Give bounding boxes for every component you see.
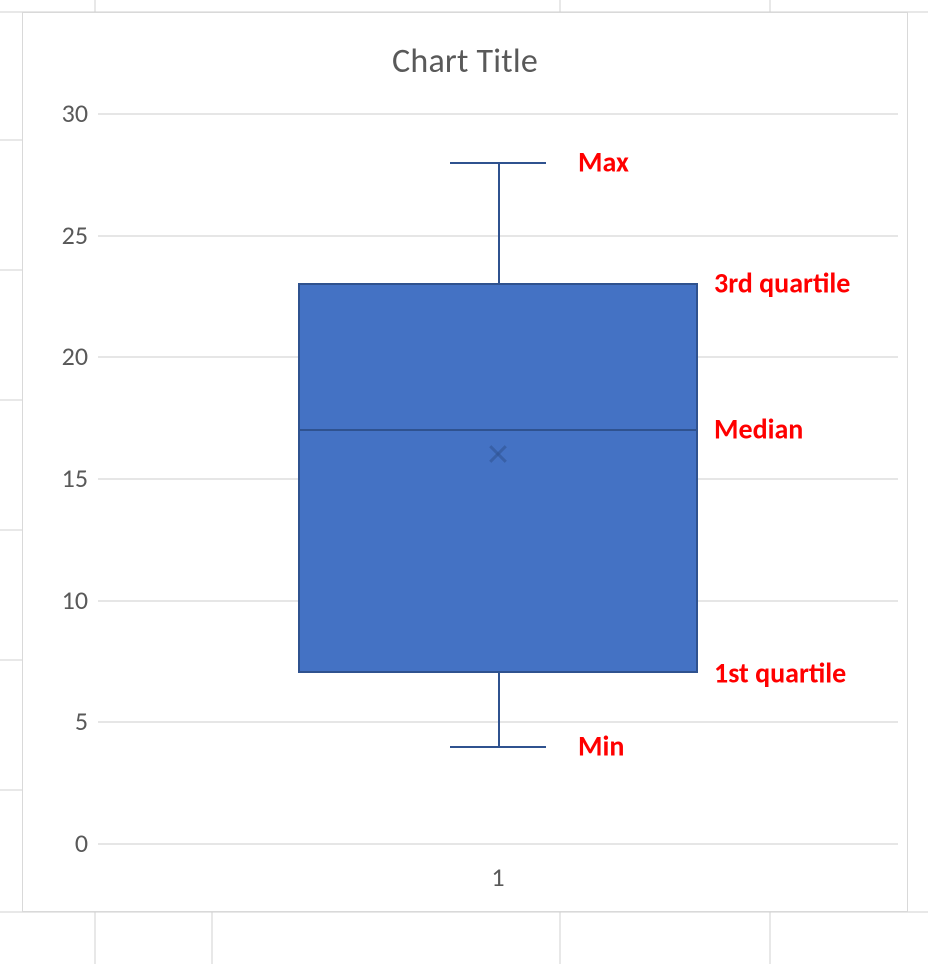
y-tick-label: 20 [62, 340, 88, 372]
chart-frame[interactable]: Chart Title 30 25 20 15 10 5 0 1 [22, 12, 908, 912]
annotation-min: Min [578, 728, 624, 763]
chart-title[interactable]: Chart Title [23, 41, 907, 82]
whisker-lower [498, 673, 500, 746]
y-tick-label: 0 [75, 827, 88, 859]
whisker-upper [498, 162, 500, 284]
y-tick-label: 15 [62, 462, 88, 494]
y-tick-label: 10 [62, 584, 88, 616]
spreadsheet-background: Chart Title 30 25 20 15 10 5 0 1 [0, 0, 928, 964]
gridline [98, 113, 898, 115]
y-tick-label: 25 [62, 219, 88, 251]
plot-area[interactable]: 30 25 20 15 10 5 0 1 Max 3rd quartile [98, 113, 898, 843]
median-line [298, 429, 698, 431]
gridline [98, 843, 898, 845]
annotation-max: Max [578, 144, 629, 179]
annotation-q1: 1st quartile [714, 655, 846, 690]
whisker-cap-min [450, 746, 546, 748]
y-tick-label: 30 [62, 97, 88, 129]
annotation-q3: 3rd quartile [714, 266, 850, 301]
y-tick-label: 5 [75, 705, 88, 737]
x-tick-label: 1 [491, 861, 504, 893]
whisker-cap-max [450, 162, 546, 164]
annotation-median: Median [714, 412, 803, 447]
box[interactable] [298, 283, 698, 672]
mean-marker-icon [487, 443, 509, 465]
